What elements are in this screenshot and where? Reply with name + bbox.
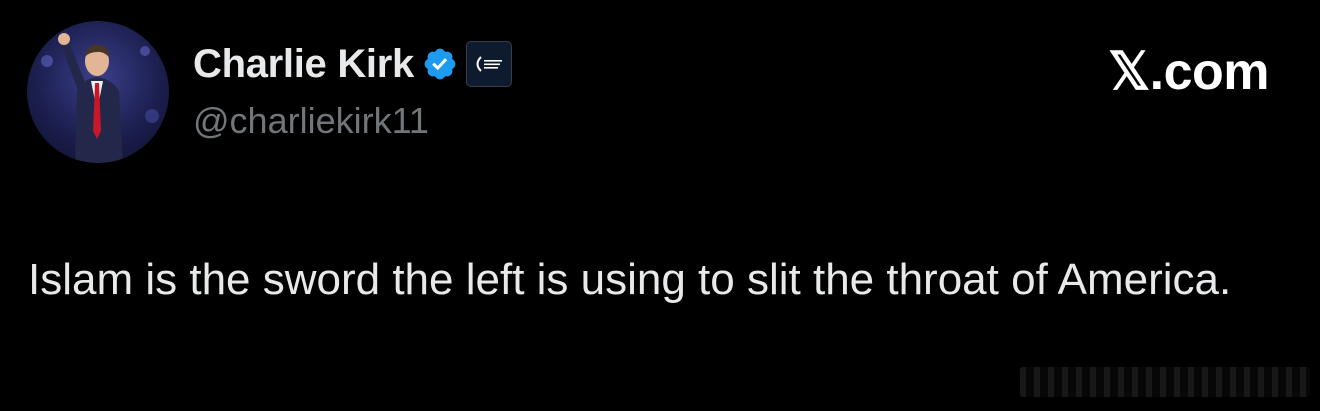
- author-name-row: Charlie Kirk: [193, 38, 512, 90]
- verified-badge-icon[interactable]: [422, 46, 458, 82]
- tweet-text: Islam is the sword the left is using to …: [28, 255, 1232, 304]
- author-display-name[interactable]: Charlie Kirk: [193, 42, 414, 87]
- avatar[interactable]: [27, 21, 169, 163]
- brand-domain: 𝕏.com: [1108, 43, 1269, 101]
- affiliate-badge-icon[interactable]: [465, 41, 512, 87]
- avatar-photo: [41, 33, 159, 163]
- author-handle[interactable]: @charliekirk11: [193, 100, 429, 142]
- tweet-card: Charlie Kirk @charliekirk11 𝕏.com Islam …: [0, 0, 1320, 411]
- brand-watermark: 𝕏.com: [1108, 42, 1269, 102]
- blurred-watermark: [1020, 367, 1310, 397]
